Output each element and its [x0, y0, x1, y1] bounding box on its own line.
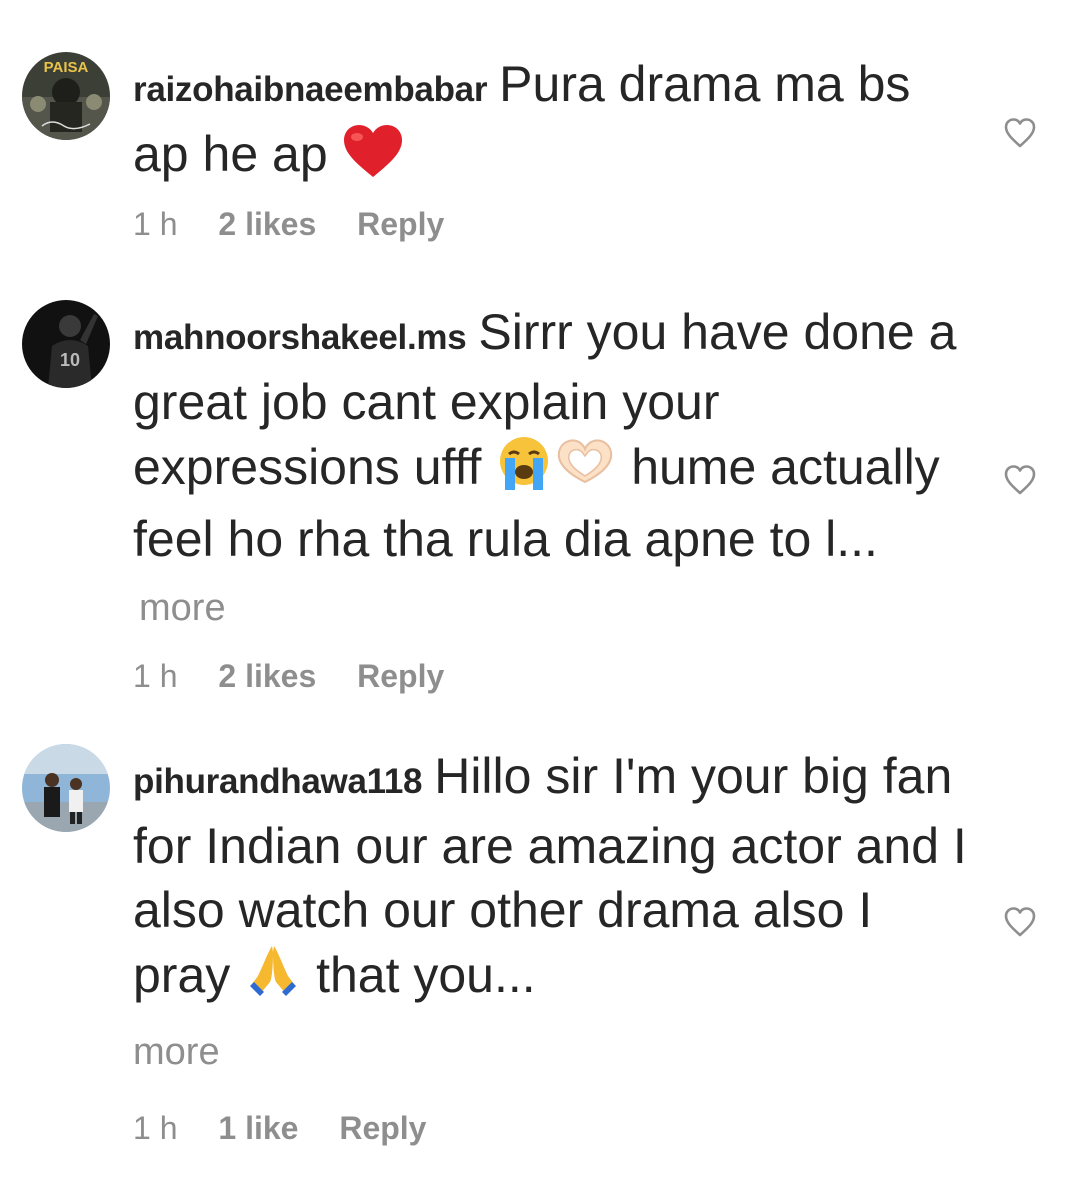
- comment-username[interactable]: raizohaibnaeembabar: [133, 70, 487, 109]
- avatar-jersey-number: 10: [60, 350, 80, 370]
- heart-hands-emoji: [553, 434, 617, 507]
- avatar[interactable]: PAISA: [22, 52, 110, 140]
- avatar[interactable]: [22, 744, 110, 832]
- like-heart-outline-icon[interactable]: [1003, 463, 1037, 497]
- red-heart-emoji: [342, 123, 404, 194]
- reply-button[interactable]: Reply: [357, 654, 444, 698]
- comment-text: mahnoorshakeel.ms Sirrr you have done a g…: [133, 300, 973, 640]
- avatar[interactable]: 10: [22, 300, 110, 388]
- folded-hands-emoji: [244, 942, 302, 1015]
- comment-likes[interactable]: 2 likes: [218, 654, 316, 698]
- comment-time: 1 h: [133, 1110, 178, 1146]
- comment-likes[interactable]: 2 likes: [218, 202, 316, 246]
- comment-likes[interactable]: 1 like: [218, 1106, 298, 1150]
- comment-text: raizohaibnaeembabar Pura drama ma bs ap h…: [133, 52, 973, 194]
- comment-username[interactable]: mahnoorshakeel.ms: [133, 318, 467, 357]
- more-link[interactable]: more: [133, 1031, 220, 1073]
- reply-button[interactable]: Reply: [357, 202, 444, 246]
- more-link[interactable]: more: [139, 587, 226, 629]
- comment-text: pihurandhawa118 Hillo sir I'm your big fa…: [133, 744, 973, 1084]
- crying-face-emoji: [495, 434, 553, 507]
- comment-meta: 1 h 2 likes Reply: [133, 654, 973, 698]
- comment-time: 1 h: [133, 206, 178, 242]
- reply-button[interactable]: Reply: [339, 1106, 426, 1150]
- avatar-logo-text: PAISA: [44, 59, 89, 76]
- like-heart-outline-icon[interactable]: [1003, 905, 1037, 939]
- comment-meta: 1 h 2 likes Reply: [133, 202, 973, 246]
- comment-username[interactable]: pihurandhawa118: [133, 762, 423, 801]
- comment-content-continued: that you...: [316, 947, 536, 1003]
- comment-meta: 1 h 1 like Reply: [133, 1106, 973, 1150]
- like-heart-outline-icon[interactable]: [1003, 116, 1037, 150]
- comment-time: 1 h: [133, 658, 178, 694]
